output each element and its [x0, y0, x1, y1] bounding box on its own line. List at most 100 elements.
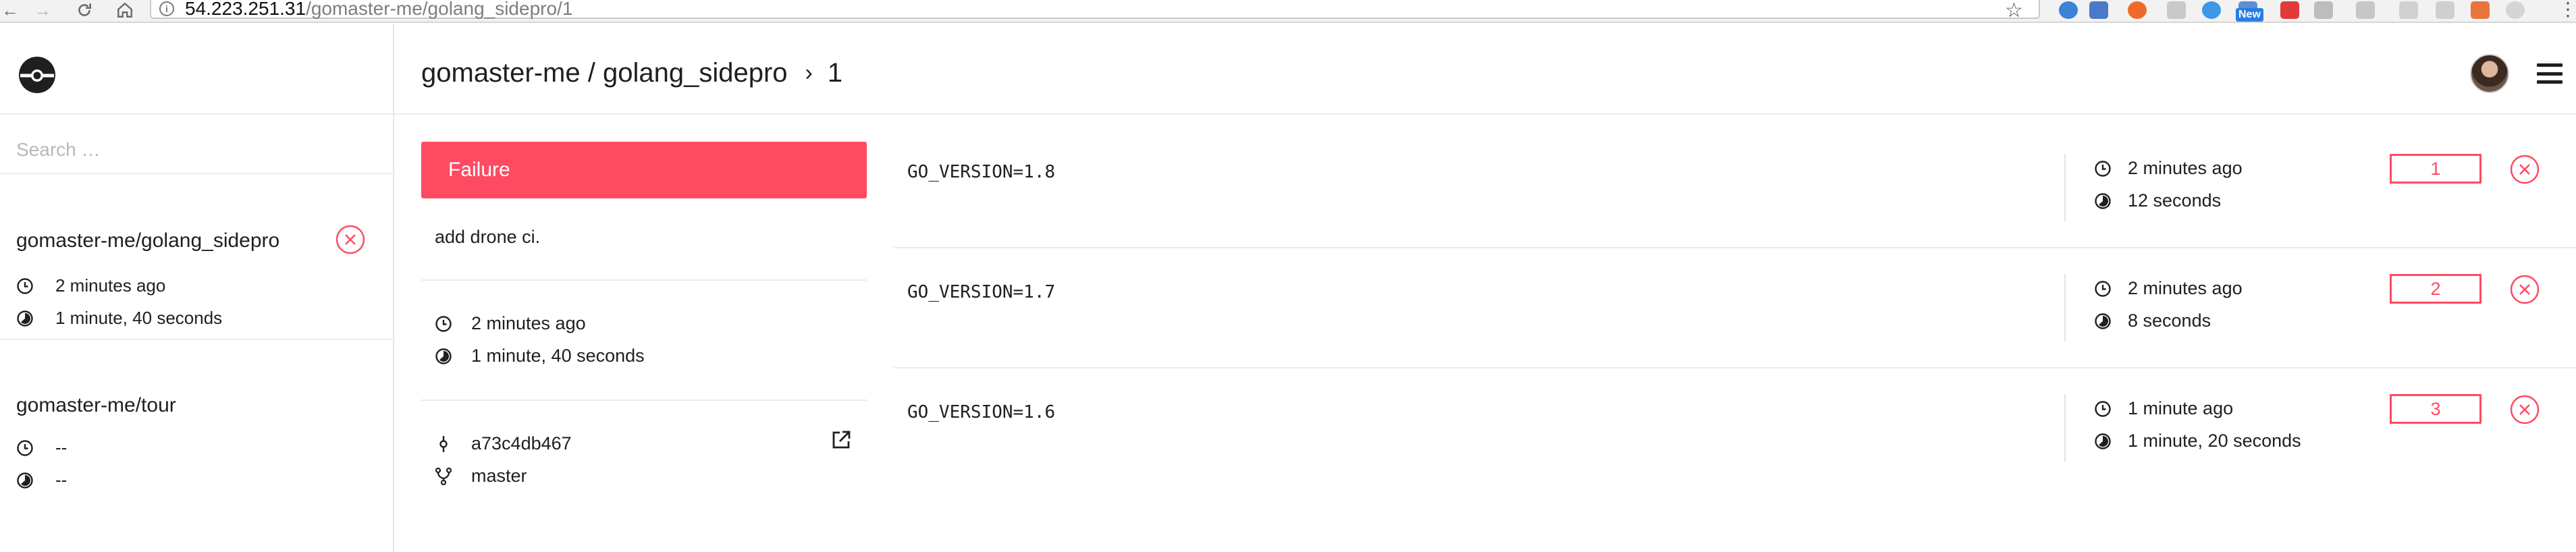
repo-time-row: -- [16, 437, 67, 458]
bookmark-star-icon[interactable]: ☆ [2005, 0, 2023, 22]
info-icon[interactable]: i [159, 1, 174, 16]
divider [2064, 274, 2066, 341]
extension-icon[interactable] [2202, 1, 2221, 19]
menu-icon[interactable] [2537, 63, 2562, 84]
home-icon[interactable] [115, 0, 135, 20]
repo-duration-row: -- [16, 470, 67, 491]
address-bar[interactable]: i 54.223.251.31/gomaster-me/golang_sidep… [150, 0, 2040, 19]
clock-icon [17, 439, 33, 456]
url-path: /gomaster-me/golang_sidepro/1 [306, 0, 573, 19]
search-input[interactable] [16, 130, 367, 170]
build-time: 2 minutes ago [471, 313, 586, 333]
user-avatar[interactable] [2470, 54, 2509, 93]
failure-icon [2510, 275, 2540, 304]
gitlab-extension-icon[interactable] [2471, 1, 2490, 19]
build-status-banner: Failure [421, 142, 867, 198]
extension-icon[interactable] [2506, 1, 2525, 19]
job-duration: 1 minute, 20 seconds [2128, 431, 2301, 451]
job-time: 2 minutes ago [2128, 158, 2243, 178]
clock-icon [2095, 280, 2111, 297]
commit-sha[interactable]: a73c4db467 [471, 433, 572, 454]
repo-duration: 1 minute, 40 seconds [55, 308, 223, 328]
job-time: 2 minutes ago [2128, 278, 2243, 298]
external-link-icon[interactable] [830, 429, 852, 451]
chevron-right-icon: › [805, 60, 813, 86]
timer-icon [2095, 192, 2111, 209]
extension-icon[interactable] [2128, 1, 2147, 19]
job-number-badge[interactable]: 1 [2390, 154, 2481, 184]
job-number-badge[interactable]: 3 [2390, 394, 2481, 424]
branch-name: master [471, 466, 527, 486]
job-duration: 12 seconds [2128, 190, 2222, 211]
reload-icon[interactable] [74, 0, 95, 20]
browser-toolbar: ← → i 54.223.251.31/gomaster-me/golang_s… [0, 0, 2576, 23]
failure-icon [336, 225, 365, 254]
breadcrumb-repo[interactable]: gomaster-me / golang_sidepro [421, 58, 788, 88]
job-duration-row: 1 minute, 20 seconds [2094, 431, 2301, 451]
build-time-row: 2 minutes ago [435, 313, 586, 334]
back-icon[interactable]: ← [0, 0, 20, 20]
timer-icon [435, 348, 452, 364]
repo-time: -- [55, 437, 68, 458]
job-time-row: 2 minutes ago [2094, 278, 2243, 299]
divider [0, 113, 393, 115]
breadcrumb-build-number: 1 [827, 58, 843, 88]
extension-icon[interactable] [2314, 1, 2333, 19]
repo-duration-row: 1 minute, 40 seconds [16, 308, 222, 329]
commit-row: a73c4db467 [435, 433, 572, 454]
extension-icon[interactable] [2059, 1, 2078, 19]
divider [421, 279, 867, 281]
extension-icon[interactable] [2356, 1, 2375, 19]
job-row[interactable]: GO_VERSION=1.6 1 minute ago 1 minute, 20… [894, 368, 2576, 487]
clock-icon [435, 315, 452, 332]
clock-icon [2095, 400, 2111, 417]
failure-icon [2510, 155, 2540, 184]
commit-message: add drone ci. [435, 227, 541, 247]
extension-icon[interactable] [2399, 1, 2418, 19]
url-host: 54.223.251.31 [185, 0, 306, 19]
repo-time-row: 2 minutes ago [16, 275, 165, 296]
forward-icon[interactable]: → [32, 0, 53, 20]
divider [2064, 154, 2066, 221]
divider [421, 399, 867, 401]
drone-logo-icon[interactable] [18, 55, 57, 94]
breadcrumb: gomaster-me / golang_sidepro › 1 [421, 58, 842, 88]
page-header: gomaster-me / golang_sidepro › 1 [394, 24, 2576, 115]
repo-item[interactable]: gomaster-me/tour -- -- [0, 340, 393, 516]
divider [2064, 394, 2066, 462]
job-row[interactable]: GO_VERSION=1.7 2 minutes ago 8 seconds 2 [894, 248, 2576, 367]
job-time-row: 2 minutes ago [2094, 158, 2243, 179]
job-env: GO_VERSION=1.6 [907, 402, 1056, 422]
build-status-label: Failure [448, 159, 510, 181]
extension-icon[interactable] [2167, 1, 2186, 19]
extension-icon[interactable] [2280, 1, 2299, 19]
job-env: GO_VERSION=1.8 [907, 162, 1056, 182]
timer-icon [2095, 433, 2111, 449]
clock-icon [17, 277, 33, 294]
repo-time: 2 minutes ago [55, 275, 166, 296]
repo-name: gomaster-me/tour [16, 394, 176, 416]
browser-menu-icon[interactable]: ⋮ [2558, 0, 2576, 19]
timer-icon [17, 472, 33, 489]
branch-icon [435, 467, 452, 485]
job-time: 1 minute ago [2128, 398, 2234, 418]
new-badge: New [2236, 8, 2263, 22]
build-duration-row: 1 minute, 40 seconds [435, 346, 645, 366]
build-duration: 1 minute, 40 seconds [471, 346, 645, 366]
job-row[interactable]: GO_VERSION=1.8 2 minutes ago 12 seconds … [894, 128, 2576, 247]
repo-item[interactable]: gomaster-me/golang_sidepro 2 minutes ago… [0, 174, 393, 363]
repo-duration: -- [55, 470, 68, 490]
extension-icon[interactable] [2436, 1, 2454, 19]
timer-icon [17, 310, 33, 327]
translate-extension-icon[interactable] [2089, 1, 2108, 19]
job-duration-row: 12 seconds [2094, 190, 2221, 211]
job-time-row: 1 minute ago [2094, 398, 2233, 419]
commit-icon [439, 435, 448, 452]
sidebar: gomaster-me/golang_sidepro 2 minutes ago… [0, 24, 394, 552]
job-env: GO_VERSION=1.7 [907, 282, 1056, 302]
job-number-badge[interactable]: 2 [2390, 274, 2481, 304]
job-duration: 8 seconds [2128, 310, 2211, 331]
branch-row: master [435, 466, 527, 487]
repo-name: gomaster-me/golang_sidepro [16, 229, 280, 252]
clock-icon [2095, 160, 2111, 177]
